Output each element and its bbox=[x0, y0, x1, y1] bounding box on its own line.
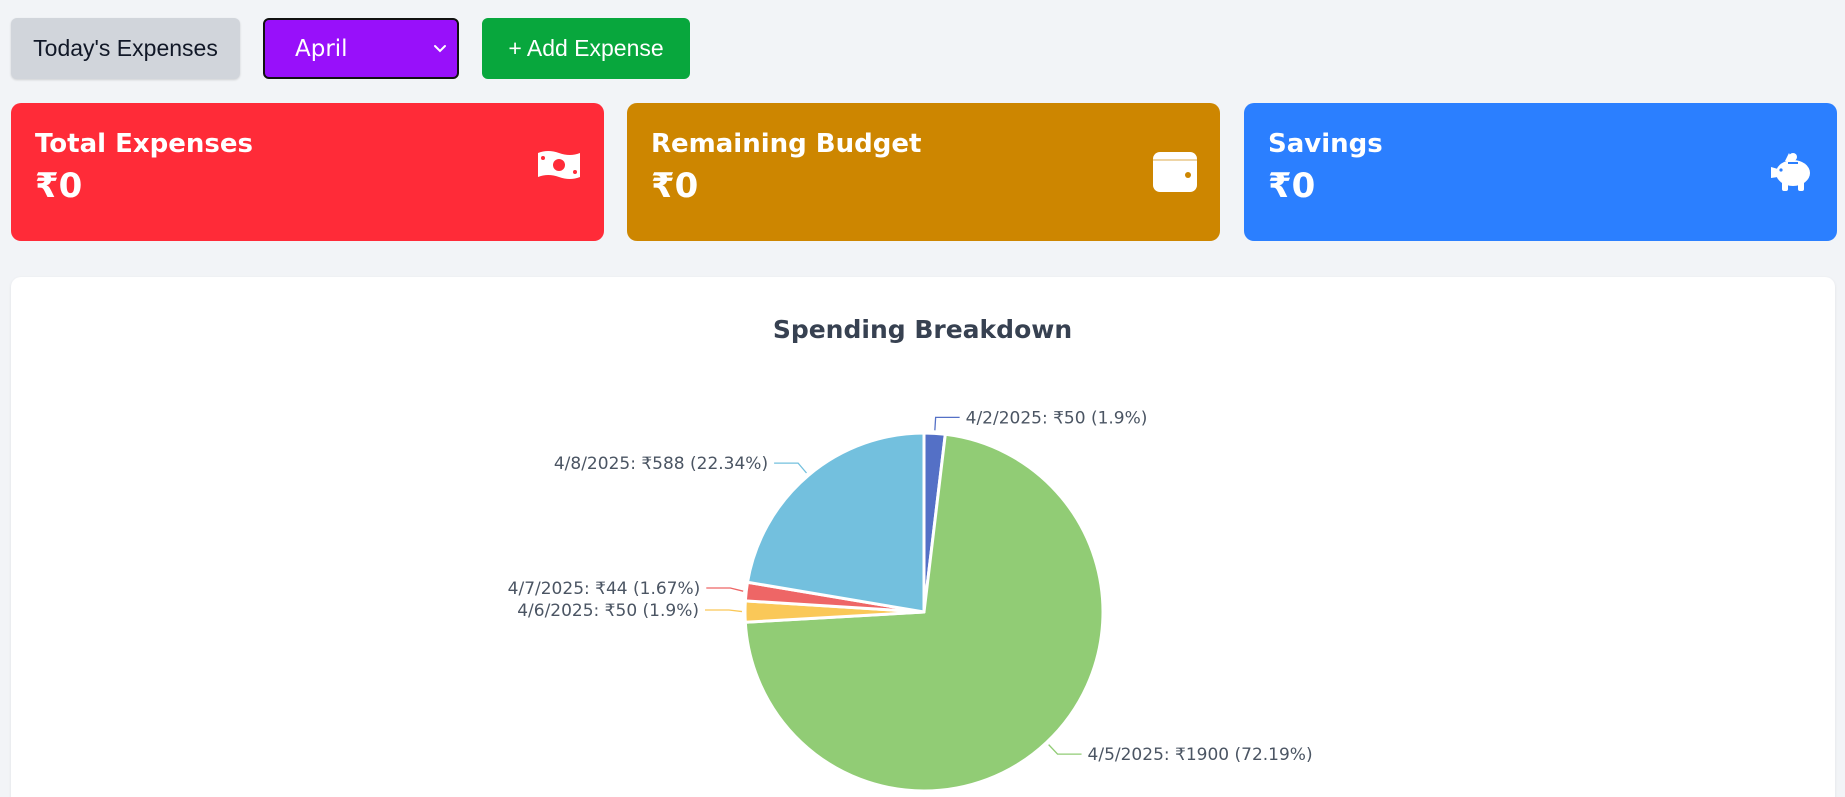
spending-pie-chart: 4/2/2025: ₹50 (1.9%) 4/5/2025: ₹1900 (72.… bbox=[508, 408, 1313, 793]
pie-leader-line bbox=[705, 609, 743, 613]
pie-slice-label: 4/8/2025: ₹588 (22.34%) bbox=[554, 454, 768, 474]
pie-slice[interactable] bbox=[745, 431, 926, 614]
pie-slice-label: 4/2/2025: ₹50 (1.9%) bbox=[966, 408, 1148, 428]
pie-leader-line bbox=[706, 587, 744, 592]
pie-leader-line bbox=[934, 416, 960, 431]
pie-slice-label: 4/7/2025: ₹44 (1.67%) bbox=[508, 579, 701, 599]
pie-slice-label: 4/6/2025: ₹50 (1.9%) bbox=[517, 601, 699, 621]
pie-slice-label: 4/5/2025: ₹1900 (72.19%) bbox=[1088, 745, 1313, 765]
pie-leader-line bbox=[774, 462, 807, 474]
pie-leader-line bbox=[1048, 744, 1082, 755]
